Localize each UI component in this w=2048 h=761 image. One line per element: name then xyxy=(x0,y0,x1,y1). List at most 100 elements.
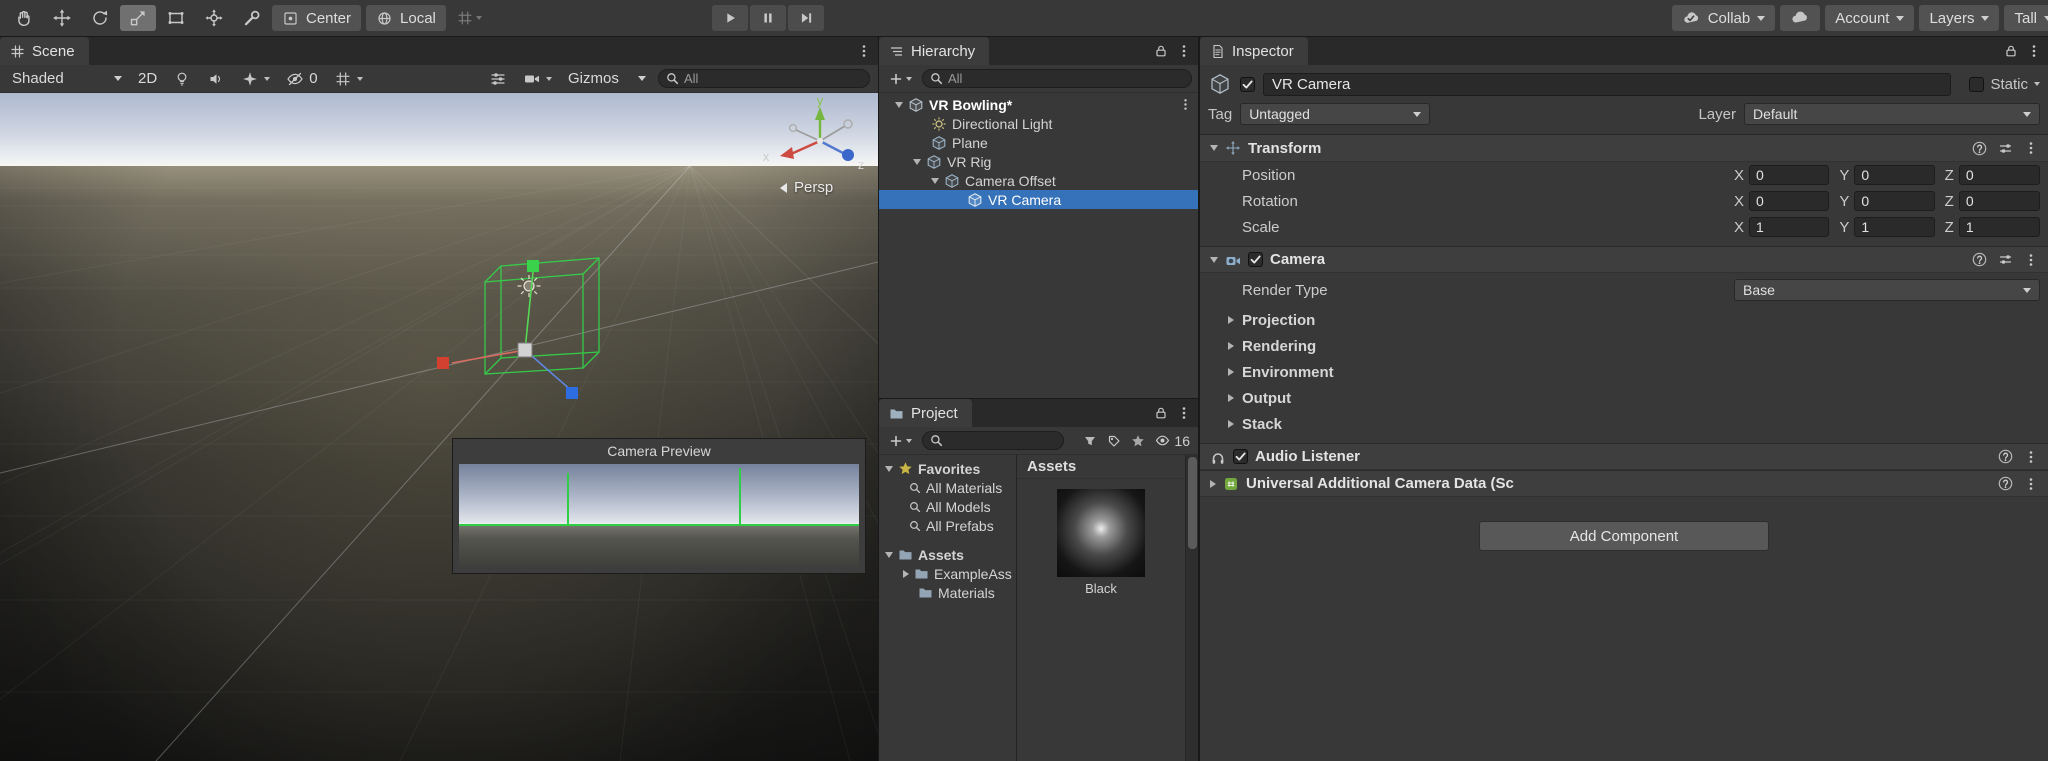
gizmos-dropdown[interactable]: Gizmos xyxy=(564,68,650,90)
help-icon[interactable] xyxy=(1972,252,1987,267)
scene-camera-dropdown[interactable] xyxy=(519,68,556,90)
camera-component-header[interactable]: Camera xyxy=(1200,246,2048,273)
hierarchy-search-input[interactable]: All xyxy=(922,69,1192,88)
project-search-input[interactable] xyxy=(922,431,1064,450)
shading-mode-dropdown[interactable]: Shaded xyxy=(8,68,126,90)
package-visibility-toggle[interactable]: 16 xyxy=(1155,433,1190,449)
presets-icon[interactable] xyxy=(1998,141,2013,156)
search-by-type-icon[interactable] xyxy=(1083,434,1097,448)
create-object-button[interactable] xyxy=(885,72,916,86)
account-dropdown[interactable]: Account xyxy=(1825,5,1915,31)
play-button[interactable] xyxy=(712,5,748,31)
scene-lighting-toggle[interactable] xyxy=(169,68,195,90)
layers-dropdown[interactable]: Layers xyxy=(1919,5,2000,31)
tab-project[interactable]: Project xyxy=(879,399,972,427)
perspective-indicator[interactable]: Persp xyxy=(780,179,833,196)
scale-x-field[interactable] xyxy=(1749,217,1830,237)
foldout-stack[interactable]: Stack xyxy=(1200,411,2048,437)
active-checkbox[interactable] xyxy=(1240,76,1255,92)
inspector-menu-kebab-icon[interactable] xyxy=(2027,44,2041,58)
favorite-all-models[interactable]: All Models xyxy=(879,497,1016,516)
pivot-mode-button[interactable]: Center xyxy=(272,5,362,31)
favorite-all-materials[interactable]: All Materials xyxy=(879,478,1016,497)
asset-item-black[interactable]: Black xyxy=(1017,489,1185,596)
project-menu-kebab-icon[interactable] xyxy=(1177,406,1191,420)
rotation-z-field[interactable] xyxy=(1958,191,2040,211)
layout-dropdown[interactable]: Tall xyxy=(2004,5,2048,31)
scrollbar[interactable] xyxy=(1185,455,1198,761)
expand-arrow-icon[interactable] xyxy=(895,101,903,108)
2d-toggle-button[interactable]: 2D xyxy=(134,68,161,90)
help-icon[interactable] xyxy=(1972,141,1987,156)
rotation-y-field[interactable] xyxy=(1854,191,1935,211)
favorite-all-prefabs[interactable]: All Prefabs xyxy=(879,516,1016,535)
static-checkbox[interactable] xyxy=(1969,76,1985,92)
help-icon[interactable] xyxy=(1998,476,2013,491)
hierarchy-menu-kebab-icon[interactable] xyxy=(1177,44,1191,58)
rotation-x-field[interactable] xyxy=(1749,191,1830,211)
tab-scene[interactable]: Scene xyxy=(0,37,89,65)
lock-icon[interactable] xyxy=(1154,44,1168,58)
position-x-field[interactable] xyxy=(1749,165,1830,185)
scene-viewport[interactable]: y x z Persp Camera Preview xyxy=(0,93,878,761)
expand-arrow-icon[interactable] xyxy=(913,158,921,165)
hierarchy-item-plane[interactable]: Plane xyxy=(879,133,1198,152)
folder-materials[interactable]: Materials xyxy=(879,583,1016,602)
hidden-objects-toggle[interactable]: 0 xyxy=(282,68,321,90)
tab-inspector[interactable]: Inspector xyxy=(1200,37,1308,65)
grid-snapping-button[interactable] xyxy=(451,5,487,31)
presets-icon[interactable] xyxy=(1998,252,2013,267)
scene-effects-dropdown[interactable] xyxy=(237,68,274,90)
transform-tool-button[interactable] xyxy=(196,5,232,31)
component-menu-kebab-icon[interactable] xyxy=(2024,450,2038,464)
tag-dropdown[interactable]: Untagged xyxy=(1240,103,1431,125)
scene-camera-settings-button[interactable] xyxy=(485,68,511,90)
hierarchy-item-directional-light[interactable]: Directional Light xyxy=(879,114,1198,133)
scale-tool-button[interactable] xyxy=(120,5,156,31)
scene-menu-kebab-icon[interactable] xyxy=(857,44,871,58)
save-search-star-icon[interactable] xyxy=(1131,434,1145,448)
hierarchy-item-camera-offset[interactable]: Camera Offset xyxy=(879,171,1198,190)
collab-button[interactable]: Collab xyxy=(1671,5,1776,31)
position-y-field[interactable] xyxy=(1854,165,1935,185)
expand-arrow-icon[interactable] xyxy=(931,177,939,184)
tab-hierarchy[interactable]: Hierarchy xyxy=(879,37,990,65)
scene-grid-dropdown[interactable] xyxy=(330,68,367,90)
scene-options-kebab-icon[interactable] xyxy=(1179,98,1192,111)
collapse-arrow-icon[interactable] xyxy=(903,569,909,578)
object-name-field[interactable] xyxy=(1263,72,1952,96)
custom-tools-button[interactable] xyxy=(234,5,270,31)
scrollbar-thumb[interactable] xyxy=(1188,457,1197,549)
audio-listener-component-header[interactable]: Audio Listener xyxy=(1200,443,2048,470)
position-z-field[interactable] xyxy=(1958,165,2040,185)
asset-thumbnail[interactable] xyxy=(1057,489,1145,577)
folder-exampleassets[interactable]: ExampleAss xyxy=(879,564,1016,583)
component-menu-kebab-icon[interactable] xyxy=(2024,477,2038,491)
expand-arrow-icon[interactable] xyxy=(885,465,893,472)
hierarchy-item-scene-root[interactable]: VR Bowling* xyxy=(879,95,1198,114)
foldout-arrow-icon[interactable] xyxy=(1210,479,1216,488)
scale-y-field[interactable] xyxy=(1854,217,1935,237)
foldout-output[interactable]: Output xyxy=(1200,385,2048,411)
transform-component-header[interactable]: Transform xyxy=(1200,135,2048,162)
rect-tool-button[interactable] xyxy=(158,5,194,31)
cloud-services-button[interactable] xyxy=(1780,5,1821,31)
step-button[interactable] xyxy=(788,5,824,31)
foldout-arrow-icon[interactable] xyxy=(1210,145,1218,151)
foldout-arrow-icon[interactable] xyxy=(1210,256,1218,263)
hierarchy-item-vr-camera[interactable]: VR Camera xyxy=(879,190,1198,209)
scene-search-input[interactable]: All xyxy=(658,69,870,88)
audio-listener-enabled-checkbox[interactable] xyxy=(1233,449,1248,464)
hierarchy-item-vr-rig[interactable]: VR Rig xyxy=(879,152,1198,171)
render-type-dropdown[interactable]: Base xyxy=(1734,279,2040,301)
foldout-rendering[interactable]: Rendering xyxy=(1200,333,2048,359)
lock-icon[interactable] xyxy=(2004,44,2018,58)
uacd-component-header[interactable]: Universal Additional Camera Data (Sc xyxy=(1200,470,2048,497)
help-icon[interactable] xyxy=(1998,449,2013,464)
search-by-label-icon[interactable] xyxy=(1107,434,1121,448)
add-component-button[interactable]: Add Component xyxy=(1479,521,1769,551)
gameobject-3d-icon[interactable] xyxy=(1208,72,1232,96)
component-menu-kebab-icon[interactable] xyxy=(2024,141,2038,155)
scale-z-field[interactable] xyxy=(1958,217,2040,237)
expand-arrow-icon[interactable] xyxy=(885,551,893,558)
